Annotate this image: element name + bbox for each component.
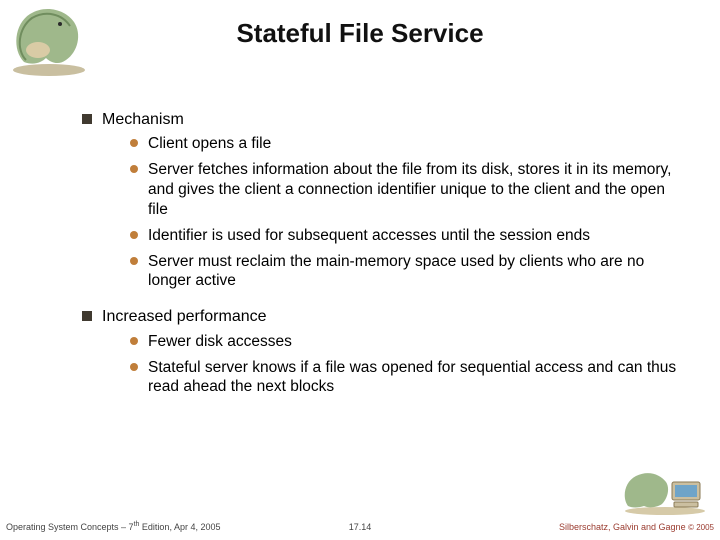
dinosaur-computer-icon: [620, 468, 710, 516]
disc-bullet-icon: [130, 165, 138, 173]
bullet-text: Stateful server knows if a file was open…: [148, 358, 680, 398]
bullet-text: Fewer disk accesses: [148, 332, 680, 352]
bullet-text: Increased performance: [102, 307, 680, 327]
disc-bullet-icon: [130, 337, 138, 345]
square-bullet-icon: [82, 114, 92, 124]
slide-title: Stateful File Service: [0, 18, 720, 49]
bullet-level1: Increased performance Fewer disk accesse…: [82, 307, 680, 403]
bullet-text: Server fetches information about the fil…: [148, 160, 680, 219]
disc-bullet-icon: [130, 139, 138, 147]
bullet-text: Client opens a file: [148, 134, 680, 154]
bullet-level2: Server fetches information about the fil…: [130, 160, 680, 219]
disc-bullet-icon: [130, 231, 138, 239]
bullet-level2: Client opens a file: [130, 134, 680, 154]
bullet-level2: Identifier is used for subsequent access…: [130, 226, 680, 246]
disc-bullet-icon: [130, 257, 138, 265]
footer-authors: Silberschatz, Galvin and Gagne: [559, 522, 688, 532]
slide-footer: Operating System Concepts – 7th Edition,…: [0, 514, 720, 534]
slide: Stateful File Service Mechanism Client o…: [0, 0, 720, 540]
bullet-level2: Stateful server knows if a file was open…: [130, 358, 680, 398]
disc-bullet-icon: [130, 363, 138, 371]
footer-right: Silberschatz, Galvin and Gagne © 2005: [559, 522, 714, 532]
bullet-text: Server must reclaim the main-memory spac…: [148, 252, 680, 292]
bullet-text: Mechanism: [102, 110, 680, 130]
bullet-level1: Mechanism Client opens a file Server fet…: [82, 110, 680, 297]
bullet-text: Identifier is used for subsequent access…: [148, 226, 680, 246]
square-bullet-icon: [82, 311, 92, 321]
footer-copyright: © 2005: [688, 523, 714, 532]
bullet-level2: Fewer disk accesses: [130, 332, 680, 352]
bullet-level2: Server must reclaim the main-memory spac…: [130, 252, 680, 292]
slide-content: Mechanism Client opens a file Server fet…: [82, 110, 680, 407]
